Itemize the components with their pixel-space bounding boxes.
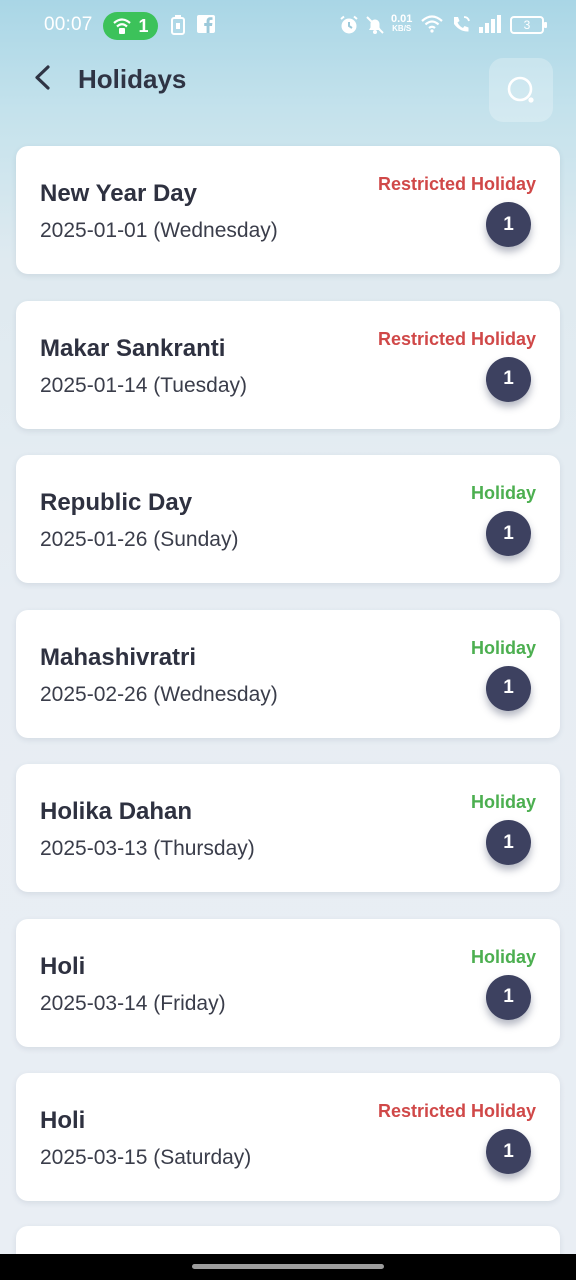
page-title: Holidays bbox=[78, 64, 187, 94]
holiday-type: Restricted Holiday bbox=[377, 328, 536, 349]
holiday-card[interactable]: Republic Day 2025-01-26 (Sunday) Holiday… bbox=[16, 455, 560, 583]
search-button[interactable] bbox=[489, 58, 553, 122]
holiday-name: Republic Day bbox=[40, 489, 193, 516]
holiday-count-badge: 1 bbox=[486, 511, 531, 556]
holiday-count-badge: 1 bbox=[486, 974, 531, 1020]
holiday-card[interactable]: Holi 2025-03-15 (Saturday) Restricted Ho… bbox=[16, 1073, 560, 1201]
network-speed-value: 0.01 bbox=[391, 13, 413, 25]
holiday-card[interactable]: Makar Sankranti 2025-01-14 (Tuesday) Res… bbox=[16, 300, 560, 429]
holiday-type: Holiday bbox=[470, 637, 536, 658]
mute-icon bbox=[366, 16, 384, 34]
status-time: 00:07 bbox=[44, 14, 93, 35]
back-button[interactable] bbox=[28, 62, 60, 94]
status-bar: 00:07 1 0.01 KB/S 3 bbox=[0, 0, 576, 52]
holiday-card[interactable]: Holi 2025-03-14 (Friday) Holiday 1 bbox=[16, 918, 560, 1047]
wifi-icon bbox=[421, 15, 443, 33]
holiday-date: 2025-01-14 (Tuesday) bbox=[40, 373, 248, 397]
holiday-count-badge: 1 bbox=[486, 202, 531, 247]
holiday-name: Makar Sankranti bbox=[40, 334, 226, 362]
wifi-call-icon bbox=[454, 16, 470, 32]
network-speed-unit: KB/S bbox=[392, 24, 412, 33]
holiday-name: Holika Dahan bbox=[40, 798, 193, 825]
holiday-card[interactable]: New Year Day 2025-01-01 (Wednesday) Rest… bbox=[16, 146, 560, 274]
holiday-count-badge: 1 bbox=[486, 356, 531, 402]
holiday-date: 2025-03-13 (Thursday) bbox=[40, 837, 255, 860]
holiday-count-badge: 1 bbox=[486, 1129, 531, 1174]
holiday-date: 2025-01-01 (Wednesday) bbox=[40, 219, 278, 242]
alarm-icon bbox=[340, 15, 358, 34]
app-header: Holidays bbox=[0, 52, 576, 132]
holiday-count-badge: 1 bbox=[486, 820, 531, 865]
network-speed: 0.01 KB/S bbox=[391, 13, 413, 34]
holiday-date: 2025-01-26 (Sunday) bbox=[40, 528, 239, 551]
holiday-date: 2025-02-26 (Wednesday) bbox=[40, 682, 278, 706]
home-gesture-handle[interactable] bbox=[192, 1264, 384, 1269]
holiday-count-badge: 1 bbox=[486, 665, 531, 711]
hotspot-count: 1 bbox=[138, 15, 149, 36]
holiday-list: New Year Day 2025-01-01 (Wednesday) Rest… bbox=[16, 146, 560, 1228]
chevron-left-icon bbox=[35, 65, 50, 90]
facebook-icon bbox=[197, 15, 215, 33]
search-icon bbox=[507, 76, 534, 103]
holiday-name: Holi bbox=[40, 952, 86, 980]
holiday-type: Holiday bbox=[470, 483, 536, 503]
battery-icon: 3 bbox=[510, 16, 547, 34]
battery-level: 3 bbox=[523, 18, 531, 32]
holiday-type: Holiday bbox=[470, 946, 536, 967]
hotspot-icon bbox=[113, 18, 132, 34]
holiday-name: Mahashivratri bbox=[40, 643, 197, 671]
holiday-type: Holiday bbox=[470, 792, 536, 812]
hotspot-badge: 1 bbox=[103, 12, 158, 40]
holiday-name: New Year Day bbox=[40, 180, 197, 207]
holiday-type: Restricted Holiday bbox=[377, 1101, 536, 1121]
battery-saver-icon bbox=[171, 15, 185, 35]
holiday-date: 2025-03-15 (Saturday) bbox=[40, 1146, 252, 1169]
signal-icon bbox=[479, 15, 501, 33]
holiday-date: 2025-03-14 (Friday) bbox=[40, 991, 226, 1015]
holiday-type: Restricted Holiday bbox=[377, 174, 536, 194]
holiday-card[interactable]: Mahashivratri 2025-02-26 (Wednesday) Hol… bbox=[16, 609, 560, 738]
holiday-card[interactable]: Holika Dahan 2025-03-13 (Thursday) Holid… bbox=[16, 764, 560, 892]
holiday-name: Holi bbox=[40, 1107, 86, 1134]
system-nav-bar bbox=[0, 1254, 576, 1280]
